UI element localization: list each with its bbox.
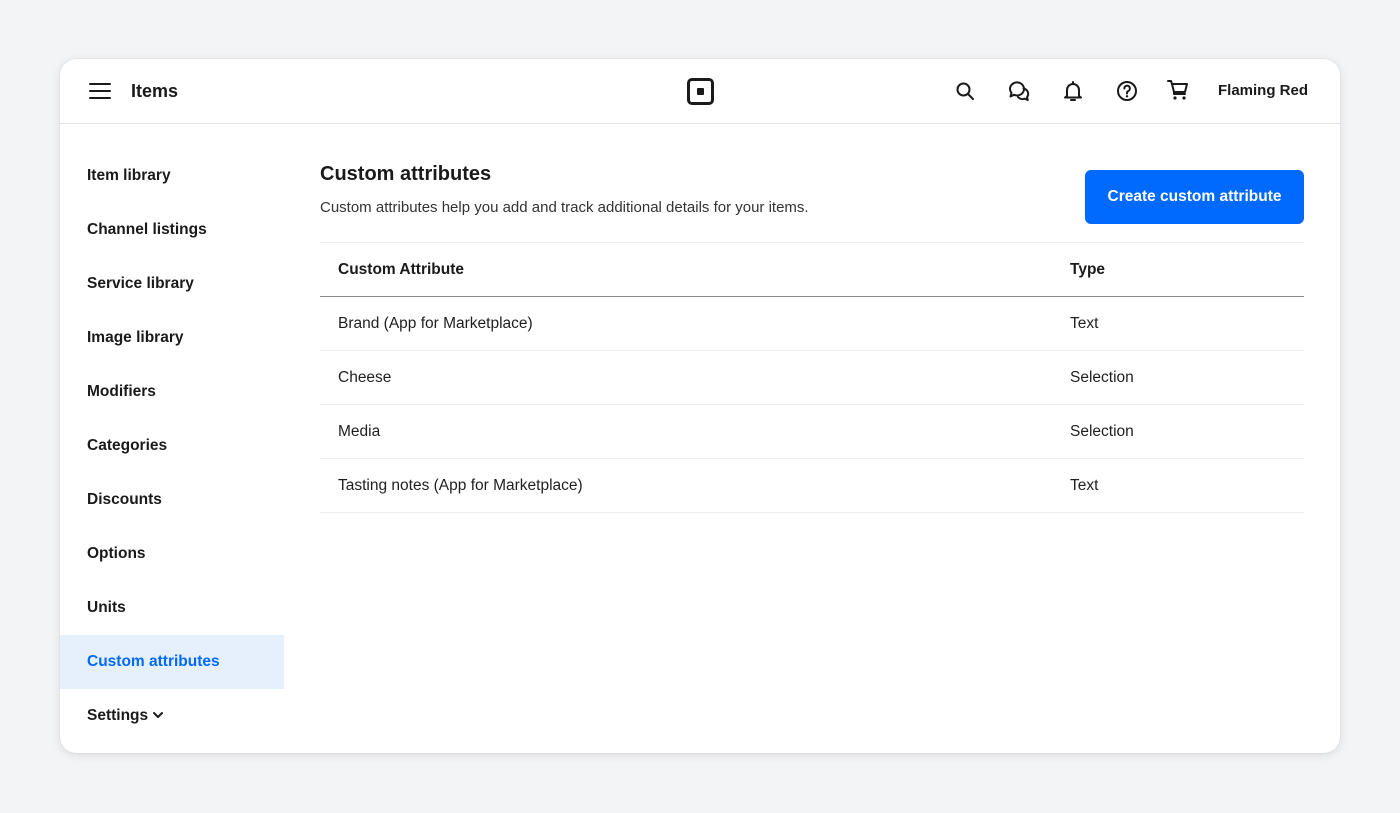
attribute-name: Brand (App for Marketplace) [338, 315, 533, 332]
column-header-custom-attribute[interactable]: Custom Attribute [338, 243, 464, 297]
sidebar-item-custom-attributes[interactable]: Custom attributes [60, 635, 284, 689]
sidebar-item-categories[interactable]: Categories [60, 419, 284, 473]
messages-icon[interactable] [1007, 79, 1031, 103]
square-logo[interactable] [687, 78, 714, 105]
sidebar-item-item-library[interactable]: Item library [60, 149, 284, 203]
help-icon[interactable] [1115, 79, 1139, 103]
account-name[interactable]: Flaming Red [1218, 81, 1308, 101]
sidebar-item-options[interactable]: Options [60, 527, 284, 581]
sidebar-item-service-library[interactable]: Service library [60, 257, 284, 311]
app-title: Items [131, 81, 179, 101]
app-window: Items Flaming Red Item library Channel l… [60, 59, 1340, 753]
sidebar-item-discounts[interactable]: Discounts [60, 473, 284, 527]
sidebar: Item library Channel listings Service li… [60, 149, 284, 743]
sidebar-item-channel-listings[interactable]: Channel listings [60, 203, 284, 257]
attribute-name: Tasting notes (App for Marketplace) [338, 477, 583, 494]
attribute-type: Text [1070, 315, 1099, 332]
attribute-name: Cheese [338, 369, 392, 386]
column-header-type[interactable]: Type [1070, 243, 1105, 297]
custom-attributes-table: Custom Attribute Type Brand (App for Mar… [320, 242, 1304, 513]
attribute-type: Selection [1070, 423, 1134, 440]
attribute-type: Text [1070, 477, 1099, 494]
attribute-name: Media [338, 423, 381, 440]
search-icon[interactable] [953, 79, 977, 103]
table-row[interactable]: Cheese Selection [320, 351, 1304, 405]
table-row[interactable]: Brand (App for Marketplace) Text [320, 297, 1304, 351]
chevron-down-icon [153, 711, 164, 718]
cart-icon[interactable] [1166, 78, 1190, 102]
sidebar-item-modifiers[interactable]: Modifiers [60, 365, 284, 419]
menu-icon[interactable] [89, 81, 111, 101]
table-row[interactable]: Media Selection [320, 405, 1304, 459]
top-bar: Items Flaming Red [60, 59, 1340, 124]
sidebar-item-image-library[interactable]: Image library [60, 311, 284, 365]
sidebar-item-label: Settings [87, 707, 149, 724]
main-content: Custom attributes Custom attributes help… [320, 159, 1304, 513]
table-header-row: Custom Attribute Type [320, 243, 1304, 297]
create-custom-attribute-button[interactable]: Create custom attribute [1085, 170, 1304, 224]
sidebar-item-settings[interactable]: Settings [60, 689, 284, 743]
table-row[interactable]: Tasting notes (App for Marketplace) Text [320, 459, 1304, 513]
bell-icon[interactable] [1061, 79, 1085, 103]
attribute-type: Selection [1070, 369, 1134, 386]
sidebar-item-units[interactable]: Units [60, 581, 284, 635]
